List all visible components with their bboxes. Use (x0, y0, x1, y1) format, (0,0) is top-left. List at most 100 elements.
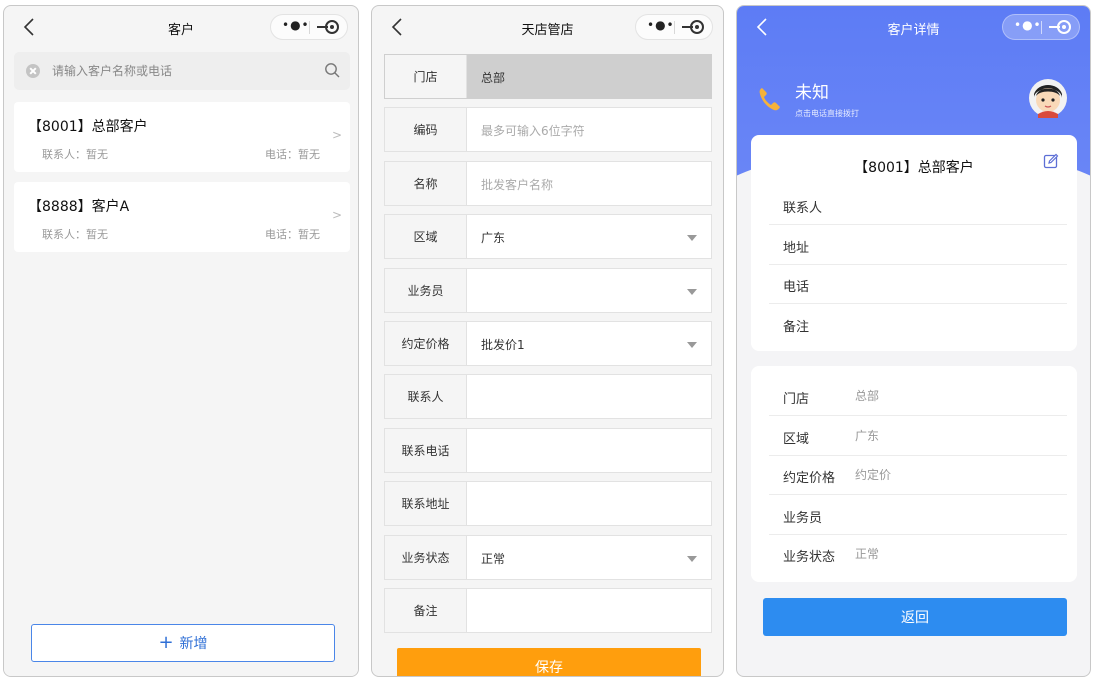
edit-icon[interactable] (1043, 153, 1059, 169)
detail-row: 业务状态 正常 (769, 534, 1067, 574)
call-hint: 点击电话直接拨打 (795, 109, 859, 118)
detail-row: 业务员 (769, 495, 1067, 535)
detail-row: 地址 (769, 225, 1067, 265)
phone-icon[interactable] (757, 86, 781, 112)
dropdown-caret-icon[interactable] (687, 555, 697, 562)
customer-meta-card: 门店 总部区域 广东约定价格 约定价业务员业务状态 正常 (751, 366, 1077, 582)
return-button[interactable]: 返回 (763, 598, 1067, 636)
nav-bar: 天店管店 •●• (372, 6, 723, 48)
form-input[interactable]: 最多可输入6位字符 (481, 122, 585, 139)
add-button-label: 新增 (179, 636, 208, 652)
more-icon[interactable]: •●• (282, 18, 310, 32)
form-label: 编码 (385, 108, 467, 152)
detail-key: 电话 (783, 280, 810, 296)
form-label: 联系地址 (385, 482, 467, 526)
customer-name: 【8888】客户A (28, 199, 130, 215)
menu-capsule: •●• (635, 14, 713, 40)
detail-value: 总部 (855, 389, 880, 403)
customer-contact: 联系人：暂无 (42, 228, 108, 241)
customer-phone: 电话：暂无 (265, 148, 320, 161)
form-label: 联系电话 (385, 428, 467, 472)
more-icon[interactable]: •●• (647, 18, 675, 32)
form-row[interactable]: 业务状态 正常 (384, 534, 712, 580)
chevron-right-icon: > (331, 208, 342, 222)
search-bar (14, 52, 350, 90)
form-row[interactable]: 区域 广东 (384, 214, 712, 260)
menu-capsule: •●• (270, 14, 348, 40)
customer-form-screen: 天店管店 •●• 门店 总部 编码 最多可输入6位字符 名称 批发客户名称 区域 广东 业务员约… (371, 5, 724, 677)
capsule-divider (1041, 21, 1042, 34)
form-input[interactable]: 批发客户名称 (481, 176, 553, 193)
customer-phone: 电话：暂无 (265, 228, 320, 241)
menu-capsule: •●• (1002, 14, 1080, 40)
detail-key: 业务员 (783, 510, 823, 526)
customer-list-screen: 客户 •●• 【8001】总部客户 联系人：暂无 电话：暂无 > 【8888】客… (3, 5, 359, 677)
form-row[interactable]: 编码 最多可输入6位字符 (384, 107, 712, 153)
customer-name: 【8001】总部客户 (28, 119, 148, 135)
detail-value: 广东 (855, 428, 880, 443)
detail-key: 联系人 (783, 201, 823, 216)
customer-detail-screen: 客户详情 •●• 未知 点击电话直接拨打 【8001】总部客户 联系人地址电话备… (736, 5, 1091, 677)
form-label: 业务状态 (385, 535, 467, 579)
customer-info-card: 【8001】总部客户 联系人地址电话备注 (751, 135, 1077, 351)
save-button[interactable]: 保存 (397, 648, 701, 676)
close-target-icon[interactable] (1057, 20, 1071, 34)
form-label: 备注 (385, 588, 467, 632)
customer-contact: 联系人：暂无 (42, 148, 108, 161)
form-row[interactable]: 联系人 (384, 374, 712, 420)
form-label: 名称 (385, 161, 467, 205)
chevron-right-icon: > (331, 128, 342, 142)
form-label: 区域 (385, 215, 467, 259)
form-label: 业务员 (385, 268, 467, 312)
form-label: 联系人 (385, 375, 467, 419)
more-icon[interactable]: •●• (1014, 18, 1042, 32)
detail-row: 备注 (769, 304, 1067, 344)
dropdown-caret-icon[interactable] (687, 341, 697, 348)
detail-value: 约定价 (855, 468, 892, 483)
form-select-value[interactable]: 广东 (481, 229, 505, 246)
form-input: 总部 (481, 71, 506, 85)
detail-key: 地址 (783, 240, 810, 256)
form-row[interactable]: 联系地址 (384, 481, 712, 527)
plus-icon: + (158, 632, 174, 653)
detail-row: 区域 广东 (769, 416, 1067, 456)
form-label: 门店 (385, 55, 467, 98)
list-item[interactable]: 【8001】总部客户 联系人：暂无 电话：暂无 > (14, 102, 350, 172)
close-target-icon[interactable] (325, 20, 339, 34)
dropdown-caret-icon[interactable] (687, 235, 697, 242)
form-row: 门店 总部 (384, 54, 712, 99)
nav-bar: 客户 •●• (4, 6, 358, 48)
search-input[interactable] (52, 61, 302, 81)
detail-key: 门店 (783, 392, 810, 407)
form-row[interactable]: 业务员 (384, 267, 712, 313)
form-select-value[interactable]: 批发价1 (481, 336, 525, 353)
detail-key: 区域 (783, 431, 810, 447)
nav-bar: 客户详情 •●• (737, 6, 1090, 48)
detail-value: 正常 (855, 547, 880, 562)
search-icon[interactable] (324, 62, 340, 78)
detail-row: 电话 (769, 264, 1067, 305)
add-customer-button[interactable]: + 新增 (31, 624, 335, 662)
list-item[interactable]: 【8888】客户A 联系人：暂无 电话：暂无 > (14, 182, 350, 252)
contact-name[interactable]: 未知 (795, 78, 829, 103)
clear-icon[interactable] (26, 64, 40, 78)
detail-key: 备注 (783, 319, 810, 335)
detail-row: 门店 总部 (769, 376, 1067, 416)
close-target-icon[interactable] (690, 20, 704, 34)
form-row[interactable]: 联系电话 (384, 427, 712, 473)
customer-form: 门店 总部 编码 最多可输入6位字符 名称 批发客户名称 区域 广东 业务员 约定价格 批发价1 联系… (384, 54, 712, 641)
form-select-value[interactable]: 正常 (481, 550, 505, 567)
detail-row: 联系人 (769, 185, 1067, 225)
detail-row: 约定价格 约定价 (769, 455, 1067, 496)
detail-key: 业务状态 (783, 550, 836, 566)
form-row[interactable]: 约定价格 批发价1 (384, 320, 712, 366)
capsule-divider (674, 21, 675, 34)
card-title: 【8001】总部客户 (854, 160, 974, 176)
form-row[interactable]: 名称 批发客户名称 (384, 160, 712, 206)
capsule-divider (309, 21, 310, 34)
form-label: 约定价格 (385, 321, 467, 365)
customer-list: 【8001】总部客户 联系人：暂无 电话：暂无 > 【8888】客户A 联系人：… (4, 98, 358, 676)
form-row[interactable]: 备注 (384, 587, 712, 633)
dropdown-caret-icon[interactable] (687, 288, 697, 295)
avatar-icon (1029, 79, 1067, 118)
